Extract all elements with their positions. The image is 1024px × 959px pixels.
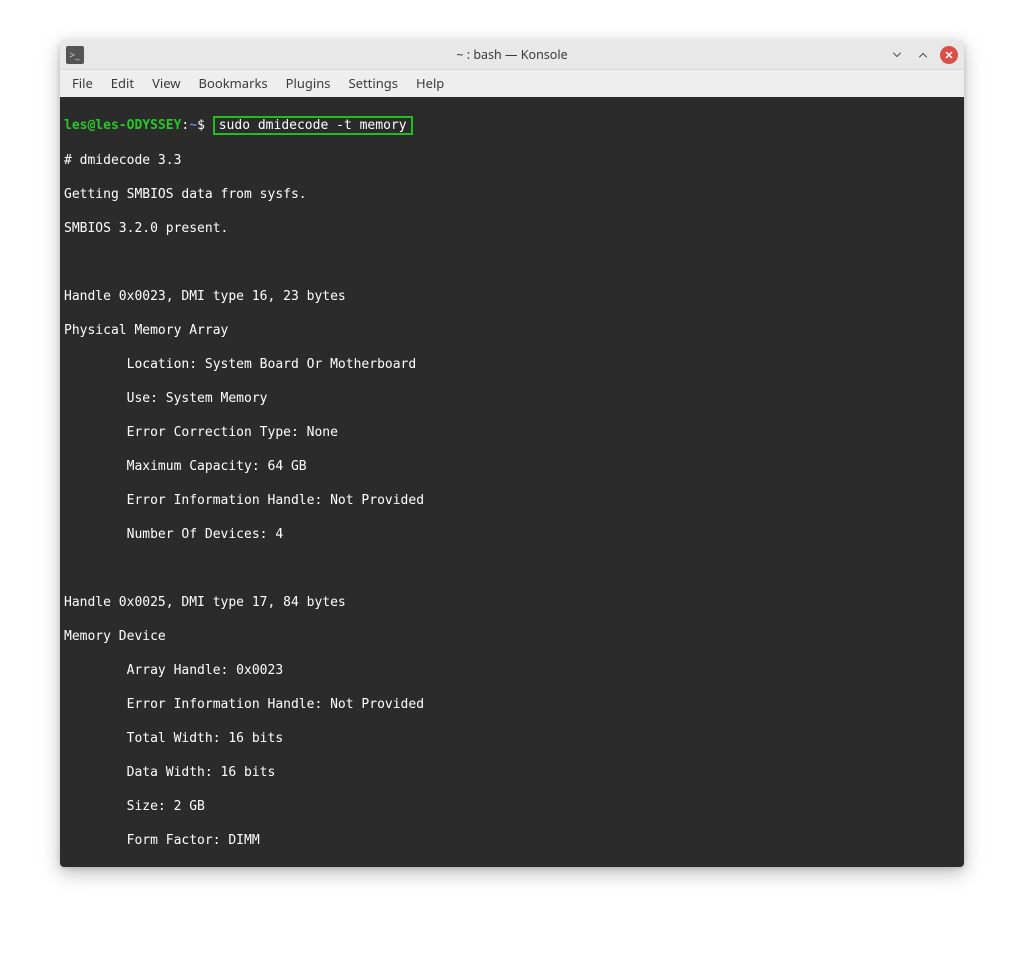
output-line: Set: None	[64, 866, 960, 867]
output-line: Error Information Handle: Not Provided	[64, 696, 960, 713]
output-line	[64, 560, 960, 577]
output-line: Physical Memory Array	[64, 322, 960, 339]
output-line: SMBIOS 3.2.0 present.	[64, 220, 960, 237]
minimize-button[interactable]	[888, 46, 906, 64]
titlebar[interactable]: >_ ~ : bash — Konsole	[60, 40, 964, 70]
window-title: ~ : bash — Konsole	[456, 46, 567, 63]
command-text: sudo dmidecode -t memory	[219, 118, 407, 133]
output-line: Memory Device	[64, 628, 960, 645]
output-line: Size: 2 GB	[64, 798, 960, 815]
menu-bookmarks[interactable]: Bookmarks	[199, 74, 268, 92]
prompt-path: ~	[189, 118, 197, 133]
maximize-button[interactable]	[914, 46, 932, 64]
menu-edit[interactable]: Edit	[111, 74, 134, 92]
app-icon: >_	[66, 46, 84, 64]
prompt-line: les@les-ODYSSEY:~$ sudo dmidecode -t mem…	[64, 116, 960, 135]
output-line: Handle 0x0025, DMI type 17, 84 bytes	[64, 594, 960, 611]
output-line: Array Handle: 0x0023	[64, 662, 960, 679]
output-line: Form Factor: DIMM	[64, 832, 960, 849]
konsole-window: >_ ~ : bash — Konsole File Edit View Boo…	[60, 40, 964, 867]
menu-settings[interactable]: Settings	[349, 74, 398, 92]
menubar: File Edit View Bookmarks Plugins Setting…	[60, 70, 964, 97]
output-line: Data Width: 16 bits	[64, 764, 960, 781]
prompt-user: les@les-ODYSSEY	[64, 118, 181, 133]
output-line: Use: System Memory	[64, 390, 960, 407]
output-line: # dmidecode 3.3	[64, 152, 960, 169]
menu-file[interactable]: File	[72, 74, 93, 92]
menu-view[interactable]: View	[152, 74, 180, 92]
output-line: Location: System Board Or Motherboard	[64, 356, 960, 373]
command-highlight: sudo dmidecode -t memory	[213, 116, 413, 135]
output-line	[64, 254, 960, 271]
output-line: Handle 0x0023, DMI type 16, 23 bytes	[64, 288, 960, 305]
menu-help[interactable]: Help	[416, 74, 444, 92]
terminal-output[interactable]: les@les-ODYSSEY:~$ sudo dmidecode -t mem…	[60, 97, 964, 867]
output-line: Total Width: 16 bits	[64, 730, 960, 747]
output-line: Error Information Handle: Not Provided	[64, 492, 960, 509]
output-line: Maximum Capacity: 64 GB	[64, 458, 960, 475]
output-line: Error Correction Type: None	[64, 424, 960, 441]
output-line: Number Of Devices: 4	[64, 526, 960, 543]
output-line: Getting SMBIOS data from sysfs.	[64, 186, 960, 203]
menu-plugins[interactable]: Plugins	[286, 74, 331, 92]
close-button[interactable]	[940, 46, 958, 64]
svg-text:>_: >_	[69, 47, 80, 61]
prompt-sigil: $	[197, 118, 213, 133]
